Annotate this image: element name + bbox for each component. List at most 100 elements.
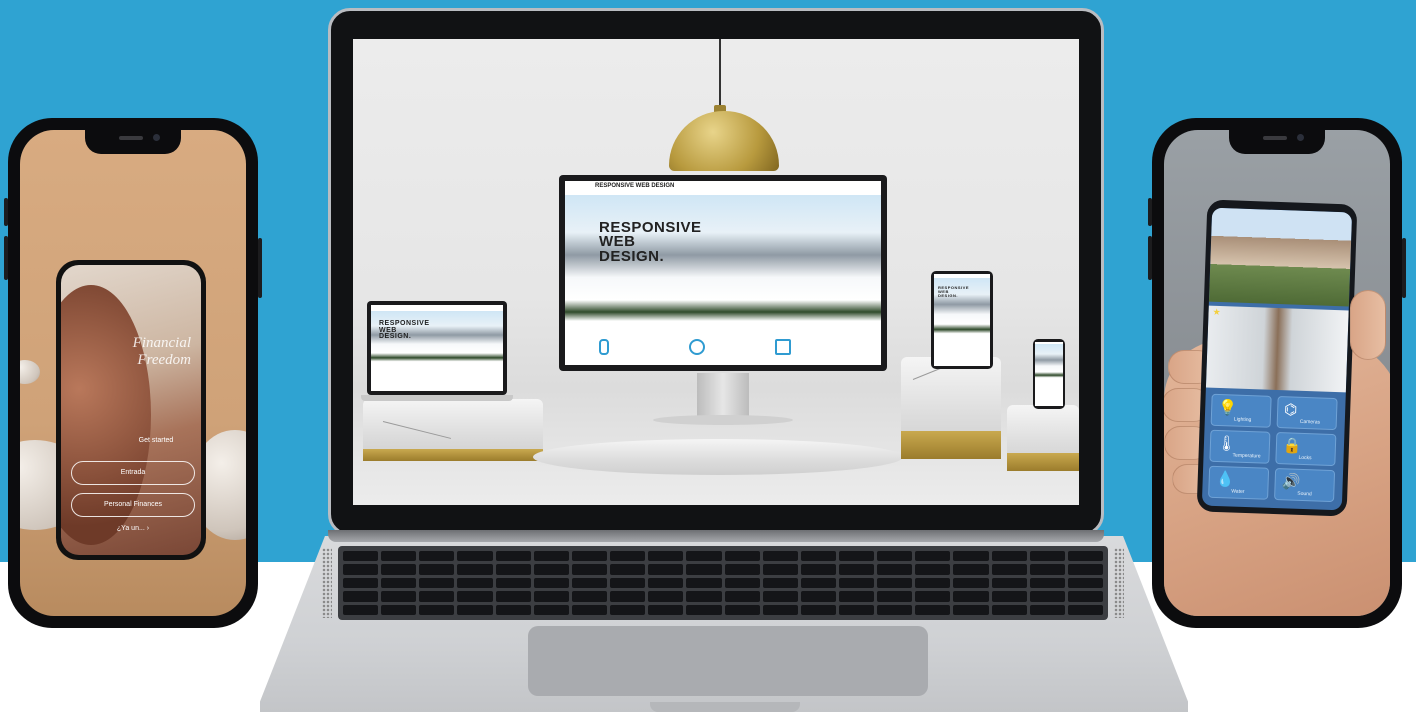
keyboard-key[interactable] [724, 604, 760, 615]
keyboard-key[interactable] [877, 577, 913, 589]
keyboard-key[interactable] [343, 591, 379, 602]
keyboard-key[interactable] [991, 591, 1027, 602]
cameras-tile[interactable]: ⌬ Cameras [1276, 396, 1338, 431]
keyboard-key[interactable] [762, 564, 798, 575]
keyboard-key[interactable] [533, 604, 569, 615]
keyboard-key[interactable] [915, 551, 951, 562]
keyboard-key[interactable] [1029, 577, 1065, 589]
keyboard-key[interactable] [953, 591, 989, 602]
keyboard-key[interactable] [419, 551, 455, 562]
keyboard-key[interactable] [343, 604, 379, 615]
keyboard-key[interactable] [953, 564, 989, 575]
keyboard-key[interactable] [1029, 604, 1065, 615]
keyboard-key[interactable] [571, 564, 608, 575]
keyboard-key[interactable] [724, 591, 760, 602]
keyboard-key[interactable] [571, 577, 608, 589]
keyboard-key[interactable] [915, 564, 951, 575]
keyboard-key[interactable] [648, 591, 684, 602]
keyboard-key[interactable] [724, 564, 760, 575]
hallway-camera-feed[interactable] [1205, 305, 1349, 393]
get-started-link[interactable]: Get started [121, 437, 191, 444]
keyboard-key[interactable] [762, 577, 798, 589]
keyboard-key[interactable] [495, 591, 531, 602]
keyboard-key[interactable] [1067, 591, 1103, 602]
keyboard-key[interactable] [419, 591, 455, 602]
keyboard-key[interactable] [648, 564, 684, 575]
keyboard-key[interactable] [1029, 591, 1065, 602]
favorite-star-icon[interactable]: ★ [1212, 308, 1220, 318]
keyboard-key[interactable] [533, 551, 569, 562]
keyboard-key[interactable] [686, 577, 722, 589]
keyboard-key[interactable] [724, 577, 760, 589]
keyboard-key[interactable] [800, 564, 836, 575]
login-button[interactable]: Entrada [71, 461, 195, 485]
keyboard-key[interactable] [648, 604, 684, 615]
keyboard-key[interactable] [686, 604, 722, 615]
keyboard-key[interactable] [571, 604, 608, 615]
keyboard-key[interactable] [571, 551, 608, 562]
keyboard-key[interactable] [343, 551, 379, 562]
keyboard-key[interactable] [457, 564, 493, 575]
keyboard-key[interactable] [915, 604, 951, 615]
water-tile[interactable]: 💧 Water [1208, 465, 1270, 500]
keyboard-key[interactable] [1067, 604, 1103, 615]
sound-tile[interactable]: 🔊 Sound [1274, 468, 1336, 503]
keyboard-key[interactable] [800, 551, 836, 562]
keyboard-key[interactable] [800, 604, 836, 615]
keyboard-key[interactable] [457, 577, 493, 589]
keyboard-key[interactable] [991, 551, 1027, 562]
keyboard-key[interactable] [533, 564, 569, 575]
site-brand[interactable]: RESPONSIVE WEB DESIGN [595, 183, 674, 189]
account-link[interactable]: ¿Ya un... › [91, 525, 175, 532]
keyboard-key[interactable] [800, 577, 836, 589]
keyboard-key[interactable] [800, 591, 836, 602]
keyboard-key[interactable] [1067, 577, 1103, 589]
keyboard-key[interactable] [1067, 564, 1103, 575]
keyboard-key[interactable] [610, 577, 646, 589]
keyboard-key[interactable] [838, 591, 875, 602]
laptop-keyboard[interactable] [338, 546, 1108, 620]
keyboard-key[interactable] [343, 564, 379, 575]
keyboard-key[interactable] [762, 591, 798, 602]
house-camera-feed[interactable] [1208, 207, 1353, 307]
keyboard-key[interactable] [877, 551, 913, 562]
keyboard-key[interactable] [381, 591, 417, 602]
keyboard-key[interactable] [381, 604, 417, 615]
lighting-tile[interactable]: 💡 Lighting [1210, 393, 1272, 428]
keyboard-key[interactable] [571, 591, 608, 602]
keyboard-key[interactable] [457, 591, 493, 602]
keyboard-key[interactable] [953, 551, 989, 562]
keyboard-key[interactable] [1029, 564, 1065, 575]
keyboard-key[interactable] [1067, 551, 1103, 562]
keyboard-key[interactable] [610, 551, 646, 562]
keyboard-key[interactable] [648, 551, 684, 562]
keyboard-key[interactable] [533, 591, 569, 602]
keyboard-key[interactable] [686, 551, 722, 562]
keyboard-key[interactable] [877, 604, 913, 615]
keyboard-key[interactable] [495, 604, 531, 615]
locks-tile[interactable]: 🔒 Locks [1275, 432, 1337, 467]
keyboard-key[interactable] [648, 577, 684, 589]
keyboard-key[interactable] [495, 551, 531, 562]
keyboard-key[interactable] [610, 604, 646, 615]
keyboard-key[interactable] [457, 604, 493, 615]
keyboard-key[interactable] [838, 604, 875, 615]
temperature-tile[interactable]: 🌡 Temperature [1209, 429, 1271, 464]
keyboard-key[interactable] [381, 577, 417, 589]
keyboard-key[interactable] [991, 564, 1027, 575]
keyboard-key[interactable] [495, 577, 531, 589]
keyboard-key[interactable] [991, 577, 1027, 589]
keyboard-key[interactable] [343, 577, 379, 589]
keyboard-key[interactable] [686, 591, 722, 602]
keyboard-key[interactable] [457, 551, 493, 562]
keyboard-key[interactable] [610, 591, 646, 602]
keyboard-key[interactable] [381, 564, 417, 575]
keyboard-key[interactable] [419, 604, 455, 615]
keyboard-key[interactable] [838, 577, 875, 589]
keyboard-key[interactable] [762, 551, 798, 562]
keyboard-key[interactable] [610, 564, 646, 575]
personal-finances-button[interactable]: Personal Finances [71, 493, 195, 517]
keyboard-key[interactable] [838, 564, 875, 575]
keyboard-key[interactable] [991, 604, 1027, 615]
keyboard-key[interactable] [1029, 551, 1065, 562]
